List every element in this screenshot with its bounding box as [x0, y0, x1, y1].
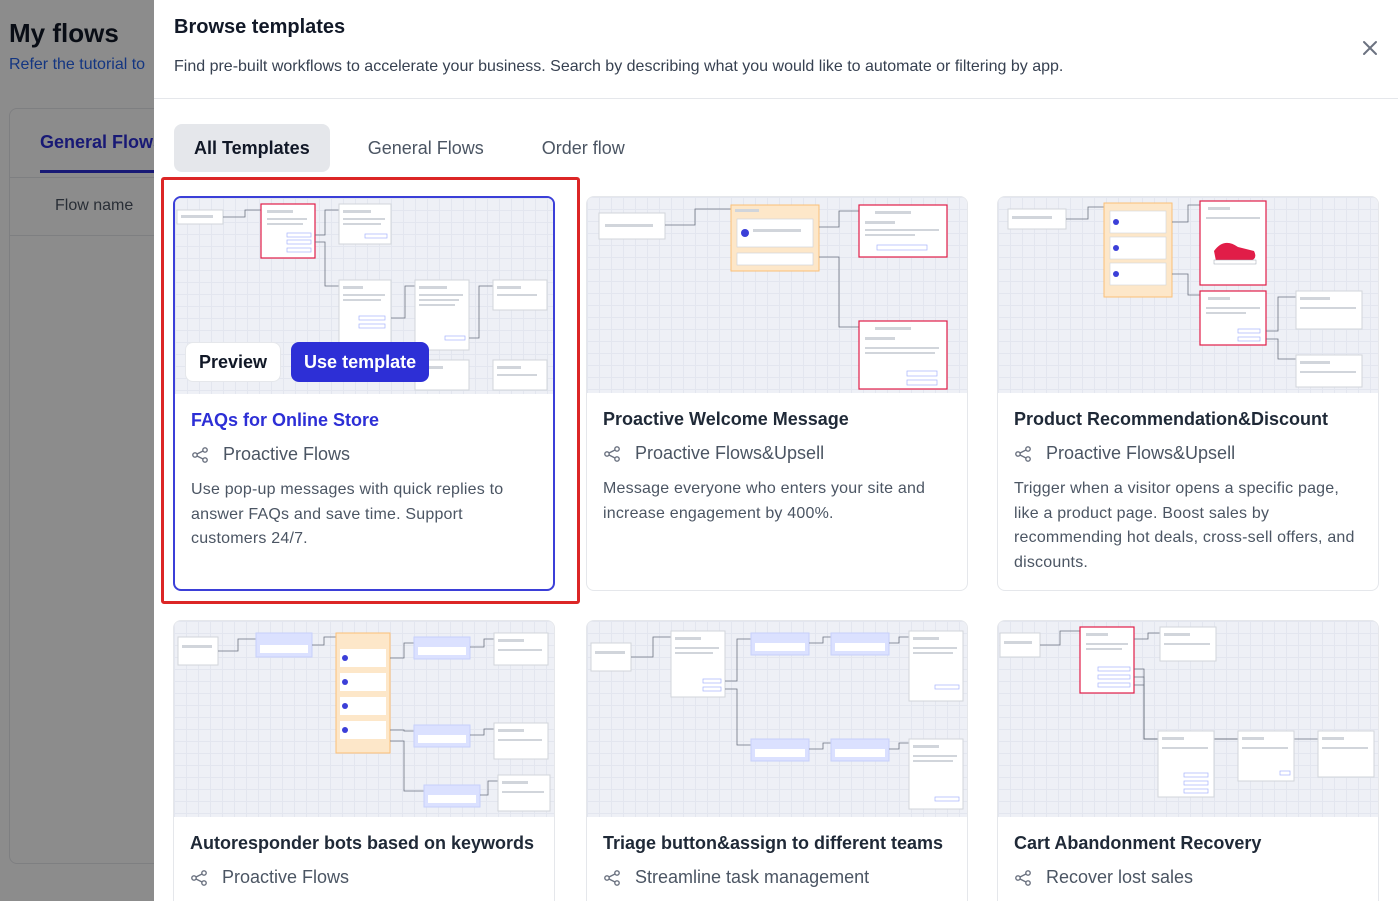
- template-thumbnail: [998, 197, 1378, 393]
- tab-order-flow[interactable]: Order flow: [522, 124, 645, 172]
- modal-subtitle: Find pre-built workflows to accelerate y…: [174, 58, 1064, 75]
- template-card[interactable]: Preview Use template FAQs for Online Sto…: [173, 196, 555, 591]
- card-title: Autoresponder bots based on keywords: [190, 833, 535, 853]
- card-title: Proactive Welcome Message: [603, 409, 849, 429]
- divider: [154, 98, 1398, 99]
- modal-title: Browse templates: [174, 16, 346, 38]
- template-thumbnail: Preview Use template: [175, 198, 553, 394]
- card-category-label: Proactive Flows: [223, 444, 351, 464]
- card-title: Cart Abandonment Recovery: [1014, 833, 1262, 853]
- share-icon: [604, 869, 620, 886]
- card-category: Recover lost sales: [1014, 867, 1193, 888]
- card-category-label: Proactive Flows: [222, 867, 350, 887]
- card-category: Proactive Flows: [190, 867, 349, 888]
- card-category: Streamline task management: [603, 867, 869, 888]
- card-description: Use pop-up messages with quick replies t…: [191, 481, 504, 547]
- card-category: Proactive Flows&Upsell: [1014, 443, 1235, 464]
- card-category: Proactive Flows: [191, 444, 350, 465]
- card-title: Triage button&assign to different teams: [603, 833, 944, 853]
- template-thumbnail: [587, 621, 967, 817]
- card-title: FAQs for Online Store: [191, 410, 380, 430]
- template-card[interactable]: Triage button&assign to different teams …: [586, 620, 968, 901]
- share-icon: [1015, 445, 1031, 462]
- tab-all-templates[interactable]: All Templates: [174, 124, 330, 172]
- browse-templates-modal: Browse templates Find pre-built workflow…: [154, 0, 1398, 901]
- template-thumbnail: [174, 621, 554, 817]
- card-category-label: Recover lost sales: [1046, 867, 1194, 887]
- preview-button[interactable]: Preview: [185, 342, 282, 382]
- card-category-label: Proactive Flows&Upsell: [1046, 443, 1236, 463]
- card-category-label: Streamline task management: [635, 867, 870, 887]
- card-hover-actions: Preview Use template: [185, 342, 430, 382]
- template-card[interactable]: Cart Abandonment Recovery Recover lost s…: [997, 620, 1379, 901]
- share-icon: [1015, 869, 1031, 886]
- tab-general-flows[interactable]: General Flows: [348, 124, 504, 172]
- share-icon: [191, 869, 207, 886]
- share-icon: [192, 446, 208, 463]
- template-tabs: All Templates General Flows Order flow: [174, 124, 663, 172]
- card-title: Product Recommendation&Discount: [1014, 409, 1329, 429]
- use-template-button[interactable]: Use template: [291, 342, 430, 382]
- template-thumbnail: [587, 197, 967, 393]
- card-description: Trigger when a visitor opens a specific …: [1014, 480, 1355, 571]
- card-category: Proactive Flows&Upsell: [603, 443, 824, 464]
- card-category-label: Proactive Flows&Upsell: [635, 443, 825, 463]
- template-card[interactable]: Autoresponder bots based on keywords Pro…: [173, 620, 555, 901]
- template-card[interactable]: Product Recommendation&Discount Proactiv…: [997, 196, 1379, 591]
- template-thumbnail: [998, 621, 1378, 817]
- share-icon: [604, 445, 620, 462]
- card-description: Message everyone who enters your site an…: [603, 480, 926, 522]
- template-card[interactable]: Proactive Welcome Message Proactive Flow…: [586, 196, 968, 591]
- close-icon[interactable]: [1358, 36, 1382, 60]
